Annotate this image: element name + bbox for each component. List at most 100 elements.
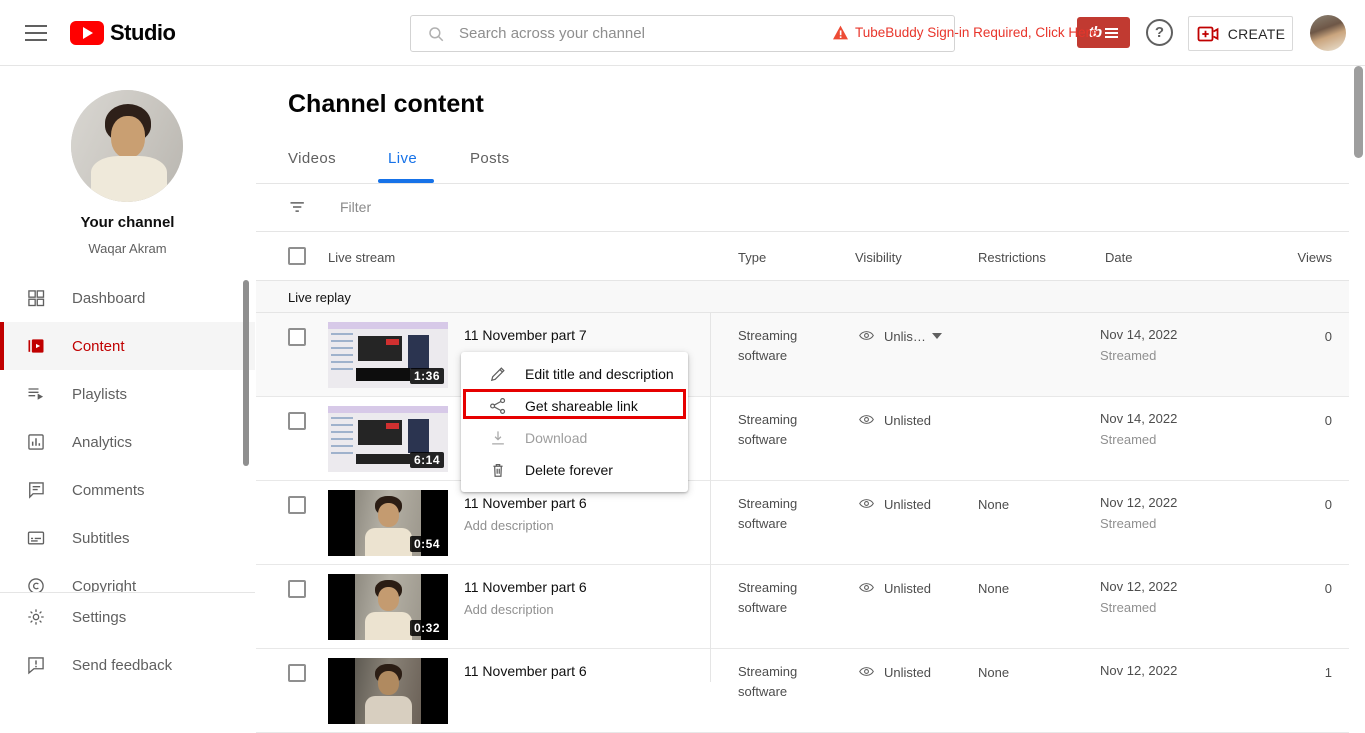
gear-icon: [28, 609, 44, 625]
menu-item-get-shareable-link[interactable]: Get shareable link: [461, 390, 688, 422]
table-row[interactable]: 6:14 Streaming software Unlisted Nov 14,…: [256, 397, 1349, 481]
copyright-icon: [28, 578, 44, 592]
subtitles-icon: [27, 531, 45, 545]
search-icon: [427, 25, 445, 43]
video-title[interactable]: 11 November part 6: [464, 663, 587, 679]
type-cell: Streaming software: [738, 664, 798, 699]
video-title[interactable]: 11 November part 6: [464, 579, 587, 595]
restrictions-cell: None: [978, 581, 1010, 596]
table-header: Live stream Type Visibility Restrictions…: [256, 232, 1349, 281]
type-cell: Streaming software: [738, 328, 798, 363]
unlisted-eye-icon: [858, 411, 875, 428]
video-description[interactable]: Add description: [464, 518, 554, 533]
video-thumbnail[interactable]: 0:32: [328, 574, 448, 640]
filter-label: Filter: [340, 199, 372, 215]
visibility-cell[interactable]: Unlis…: [884, 329, 926, 344]
content-icon: [28, 339, 44, 353]
type-cell: Streaming software: [738, 496, 798, 531]
tab-live[interactable]: Live: [388, 150, 417, 167]
views-cell: 0: [1324, 329, 1332, 344]
unlisted-eye-icon: [858, 663, 875, 680]
sidebar-footer: Settings Send feedback: [0, 592, 255, 689]
row-checkbox[interactable]: [288, 328, 306, 346]
table-row[interactable]: 11 November part 6 Streaming software Un…: [256, 649, 1349, 733]
duration-badge: 0:32: [409, 620, 444, 636]
sidebar-item-playlists[interactable]: Playlists: [0, 370, 255, 418]
sidebar-item-settings[interactable]: Settings: [0, 593, 255, 641]
main-content: Channel content Videos Live Posts Filter…: [256, 66, 1349, 733]
comments-icon: [29, 482, 44, 499]
create-label: CREATE: [1227, 25, 1286, 42]
select-all-checkbox[interactable]: [288, 247, 306, 265]
sidebar-nav: Dashboard Content Playlists Analytics Co…: [0, 274, 255, 592]
top-bar: Studio TubeBuddy Sign-in Required, Click…: [0, 0, 1365, 66]
video-title[interactable]: 11 November part 6: [464, 495, 587, 511]
warning-triangle-icon: [833, 25, 848, 40]
menu-icon[interactable]: [25, 25, 47, 41]
column-views: Views: [1297, 250, 1332, 265]
row-checkbox[interactable]: [288, 664, 306, 682]
column-live-stream: Live stream: [328, 250, 396, 265]
sidebar-item-dashboard[interactable]: Dashboard: [0, 274, 255, 322]
date-sub-cell: Streamed: [1100, 432, 1157, 447]
date-cell: Nov 12, 2022: [1100, 579, 1178, 594]
analytics-icon: [28, 434, 44, 450]
date-cell: Nov 12, 2022: [1100, 663, 1178, 678]
video-description[interactable]: Add description: [464, 602, 554, 617]
menu-item-edit-title[interactable]: Edit title and description: [461, 358, 688, 390]
pencil-icon: [490, 367, 505, 382]
sidebar-item-subtitles[interactable]: Subtitles: [0, 514, 255, 562]
column-visibility: Visibility: [855, 250, 902, 265]
sidebar-item-comments[interactable]: Comments: [0, 466, 255, 514]
row-checkbox[interactable]: [288, 580, 306, 598]
tab-posts[interactable]: Posts: [470, 150, 510, 167]
warning-text: TubeBuddy Sign-in Required, Click Here: [855, 25, 1098, 40]
channel-avatar[interactable]: [71, 90, 183, 202]
tab-videos[interactable]: Videos: [288, 150, 336, 167]
dashboard-icon: [28, 290, 45, 307]
video-thumbnail[interactable]: 6:14: [328, 406, 448, 472]
help-icon[interactable]: ?: [1146, 19, 1173, 46]
views-cell: 1: [1324, 665, 1332, 680]
date-cell: Nov 14, 2022: [1100, 411, 1178, 426]
views-cell: 0: [1324, 413, 1332, 428]
menu-item-delete-forever[interactable]: Delete forever: [461, 454, 688, 486]
create-video-icon: [1197, 26, 1219, 41]
section-label: Live replay: [288, 290, 351, 305]
visibility-cell: Unlisted: [884, 665, 931, 680]
unlisted-eye-icon: [858, 327, 875, 344]
sidebar-scrollbar[interactable]: [243, 280, 249, 466]
column-type: Type: [738, 250, 767, 265]
page-scrollbar-thumb[interactable]: [1354, 66, 1363, 158]
video-title[interactable]: 11 November part 7: [464, 327, 587, 343]
row-checkbox[interactable]: [288, 496, 306, 514]
date-cell: Nov 12, 2022: [1100, 495, 1178, 510]
row-checkbox[interactable]: [288, 412, 306, 430]
youtube-studio-logo[interactable]: Studio: [70, 20, 176, 46]
table-row[interactable]: 1:36 11 November part 7 Streaming softwa…: [256, 313, 1349, 397]
video-thumbnail[interactable]: 0:54: [328, 490, 448, 556]
date-sub-cell: Streamed: [1100, 348, 1157, 363]
menu-item-download[interactable]: Download: [461, 422, 688, 454]
create-button[interactable]: CREATE: [1188, 16, 1293, 51]
visibility-cell: Unlisted: [884, 581, 931, 596]
sidebar-item-copyright[interactable]: Copyright: [0, 562, 255, 592]
table-row[interactable]: 0:32 11 November part 6 Add description …: [256, 565, 1349, 649]
video-options-menu: Edit title and description Get shareable…: [461, 352, 688, 492]
brand-name: Studio: [110, 20, 176, 45]
sidebar-item-content[interactable]: Content: [0, 322, 255, 370]
section-live-replay: Live replay: [256, 281, 1349, 313]
playlists-icon: [28, 388, 44, 400]
chevron-down-icon[interactable]: [932, 333, 942, 339]
feedback-icon: [28, 657, 44, 675]
table-row[interactable]: 0:54 11 November part 6 Add description …: [256, 481, 1349, 565]
account-avatar[interactable]: [1310, 15, 1346, 51]
sidebar-item-analytics[interactable]: Analytics: [0, 418, 255, 466]
video-thumbnail[interactable]: 1:36: [328, 322, 448, 388]
tubebuddy-warning-link[interactable]: TubeBuddy Sign-in Required, Click Here: [832, 25, 1098, 40]
views-cell: 0: [1324, 497, 1332, 512]
table-rows: 1:36 11 November part 7 Streaming softwa…: [256, 313, 1349, 733]
duration-badge: 6:14: [409, 452, 444, 468]
filter-bar[interactable]: Filter: [256, 184, 1349, 232]
video-thumbnail[interactable]: [328, 658, 448, 724]
